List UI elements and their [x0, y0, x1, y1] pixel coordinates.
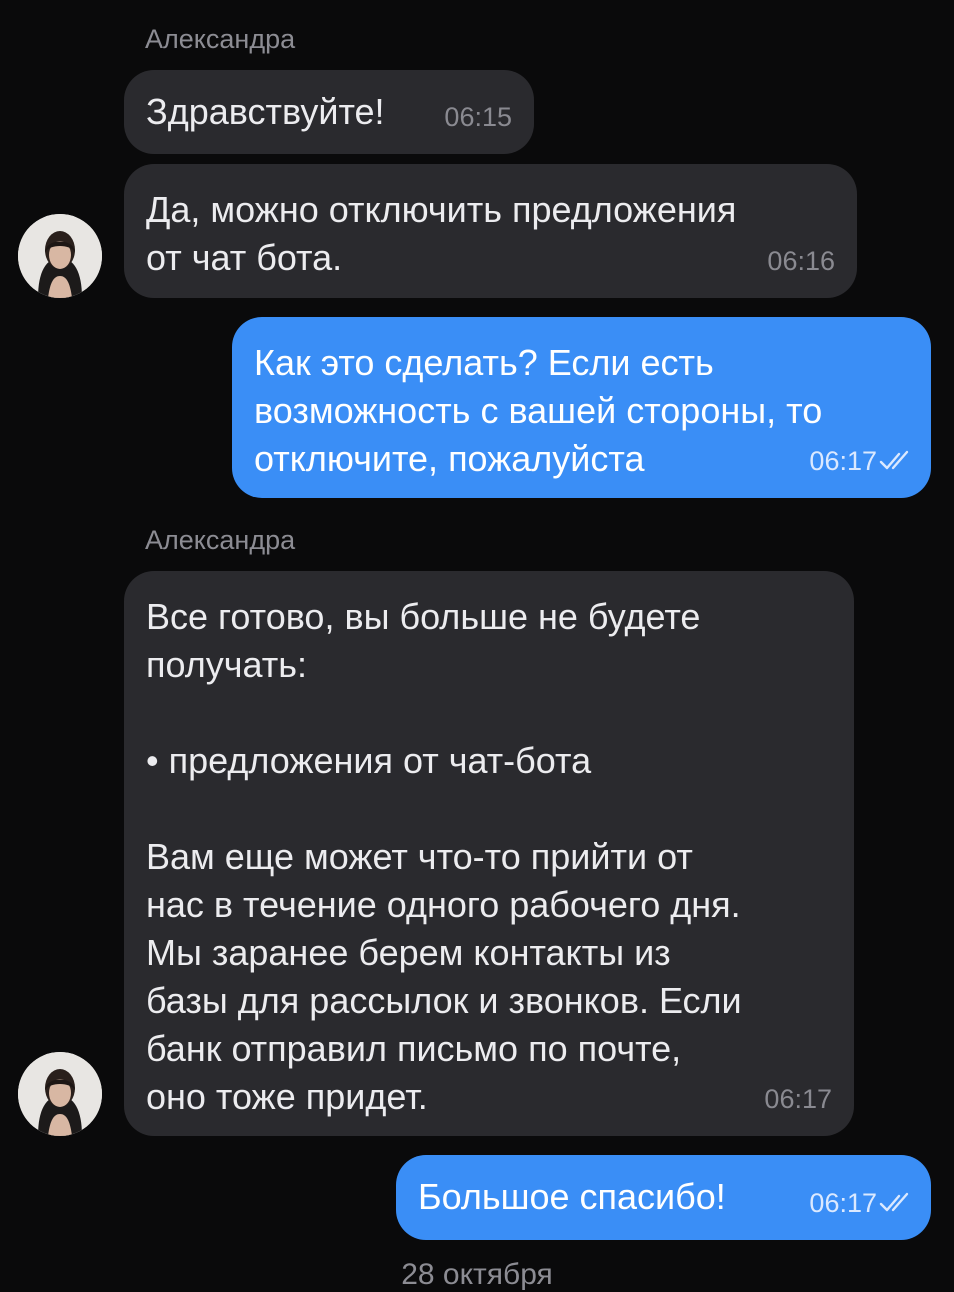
double-check-icon — [879, 450, 909, 470]
message-time: 06:17 — [809, 446, 909, 476]
avatar-photo — [18, 1052, 102, 1136]
avatar[interactable] — [18, 1052, 102, 1136]
sender-name: Александра — [145, 24, 296, 54]
date-separator: 28 октября — [401, 1258, 553, 1291]
message-text: Да, можно отключить предложения от чат б… — [146, 189, 737, 278]
message-time: 06:15 — [444, 102, 512, 132]
message-text: Все готово, вы больше не будете получать… — [146, 596, 742, 1117]
message-time: 06:17 — [809, 1188, 909, 1218]
outgoing-message[interactable]: Как это сделать? Если есть возможность с… — [232, 317, 931, 498]
message-time: 06:17 — [764, 1084, 832, 1114]
double-check-icon — [879, 1192, 909, 1212]
outgoing-message[interactable]: Большое спасибо! 06:17 — [396, 1155, 931, 1240]
avatar-photo — [18, 214, 102, 298]
avatar[interactable] — [18, 214, 102, 298]
message-time: 06:16 — [767, 246, 835, 276]
incoming-message[interactable]: Здравствуйте! 06:15 — [124, 70, 534, 154]
incoming-message[interactable]: Все готово, вы больше не будете получать… — [124, 571, 854, 1136]
incoming-message[interactable]: Да, можно отключить предложения от чат б… — [124, 164, 857, 298]
sender-name: Александра — [145, 525, 296, 555]
